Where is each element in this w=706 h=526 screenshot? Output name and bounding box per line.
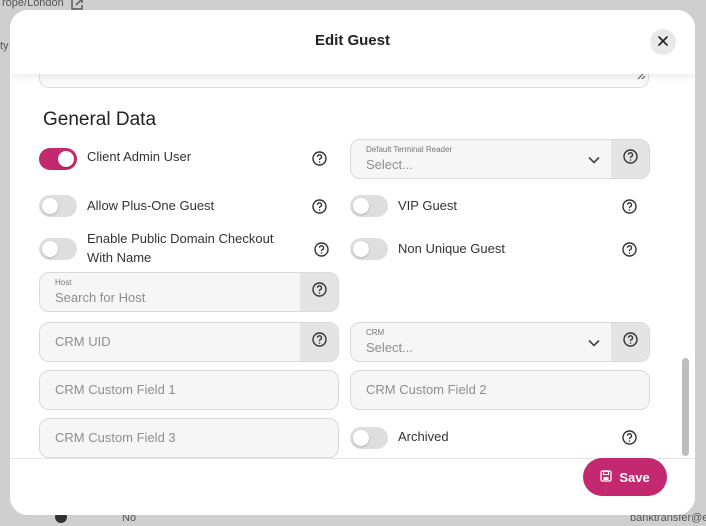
crm-custom-field-1-input[interactable]: CRM Custom Field 1	[39, 370, 339, 410]
timezone-text: rope/London	[2, 0, 64, 9]
allow-plus-one-label: Allow Plus-One Guest	[87, 198, 215, 213]
help-icon[interactable]	[314, 242, 329, 257]
modal-title: Edit Guest	[314, 32, 390, 49]
host-help[interactable]	[300, 273, 338, 311]
crm-custom-field-3-input[interactable]: CRM Custom Field 3	[39, 418, 339, 458]
archived-label: Archived	[398, 429, 449, 444]
close-button[interactable]	[650, 29, 676, 55]
crm-label: CRM	[366, 328, 385, 337]
host-search-field[interactable]: Host Search for Host	[39, 272, 339, 312]
default-terminal-reader-placeholder: Select...	[366, 157, 413, 172]
save-button[interactable]: Save	[583, 458, 667, 496]
crm-uid-field[interactable]: CRM UID	[39, 322, 339, 362]
notes-textarea[interactable]	[39, 74, 649, 88]
non-unique-guest-label: Non Unique Guest	[398, 241, 505, 256]
help-icon[interactable]	[622, 242, 637, 257]
edit-guest-modal: Edit Guest General Data Client Admin Use…	[10, 10, 695, 515]
crm-custom-field-2-placeholder: CRM Custom Field 2	[366, 382, 487, 397]
help-icon[interactable]	[312, 199, 327, 214]
crm-placeholder: Select...	[366, 340, 413, 355]
client-admin-user-label: Client Admin User	[87, 149, 192, 164]
crm-custom-field-3-placeholder: CRM Custom Field 3	[55, 430, 176, 445]
host-label: Host	[55, 278, 72, 287]
crm-uid-help[interactable]	[300, 323, 338, 361]
modal-body[interactable]: General Data Client Admin User Default T…	[10, 74, 695, 458]
default-terminal-reader-help[interactable]	[611, 140, 649, 178]
chevron-down-icon	[587, 336, 601, 355]
crm-custom-field-2-input[interactable]: CRM Custom Field 2	[350, 370, 650, 410]
help-icon[interactable]	[312, 151, 327, 166]
archived-toggle[interactable]	[350, 427, 388, 449]
help-icon	[622, 149, 638, 169]
crm-select[interactable]: CRM Select...	[350, 322, 650, 362]
help-icon[interactable]	[622, 430, 637, 445]
close-icon	[658, 33, 668, 51]
crm-custom-field-1-placeholder: CRM Custom Field 1	[55, 382, 176, 397]
client-admin-user-toggle[interactable]	[39, 148, 77, 170]
host-placeholder: Search for Host	[55, 290, 146, 305]
enable-public-domain-checkout-label: Enable Public Domain Checkout With Name	[87, 231, 274, 265]
resize-grip-icon[interactable]	[637, 74, 646, 85]
non-unique-guest-toggle[interactable]	[350, 238, 388, 260]
help-icon	[311, 282, 327, 302]
vip-guest-label: VIP Guest	[398, 198, 458, 213]
default-terminal-reader-select[interactable]: Default Terminal Reader Select...	[350, 139, 650, 179]
crm-help[interactable]	[611, 323, 649, 361]
crm-uid-placeholder: CRM UID	[55, 334, 111, 349]
help-icon	[311, 332, 327, 352]
modal-header: Edit Guest	[10, 10, 695, 74]
vip-guest-toggle[interactable]	[350, 195, 388, 217]
chevron-down-icon	[587, 153, 601, 172]
help-icon[interactable]	[622, 199, 637, 214]
scrollbar[interactable]	[682, 358, 689, 456]
help-icon	[622, 332, 638, 352]
background-column-text: ty	[0, 40, 9, 52]
allow-plus-one-toggle[interactable]	[39, 195, 77, 217]
save-label: Save	[619, 469, 650, 485]
save-icon	[600, 469, 612, 485]
default-terminal-reader-label: Default Terminal Reader	[366, 145, 453, 154]
section-title: General Data	[43, 109, 157, 130]
enable-public-domain-checkout-toggle[interactable]	[39, 238, 77, 260]
